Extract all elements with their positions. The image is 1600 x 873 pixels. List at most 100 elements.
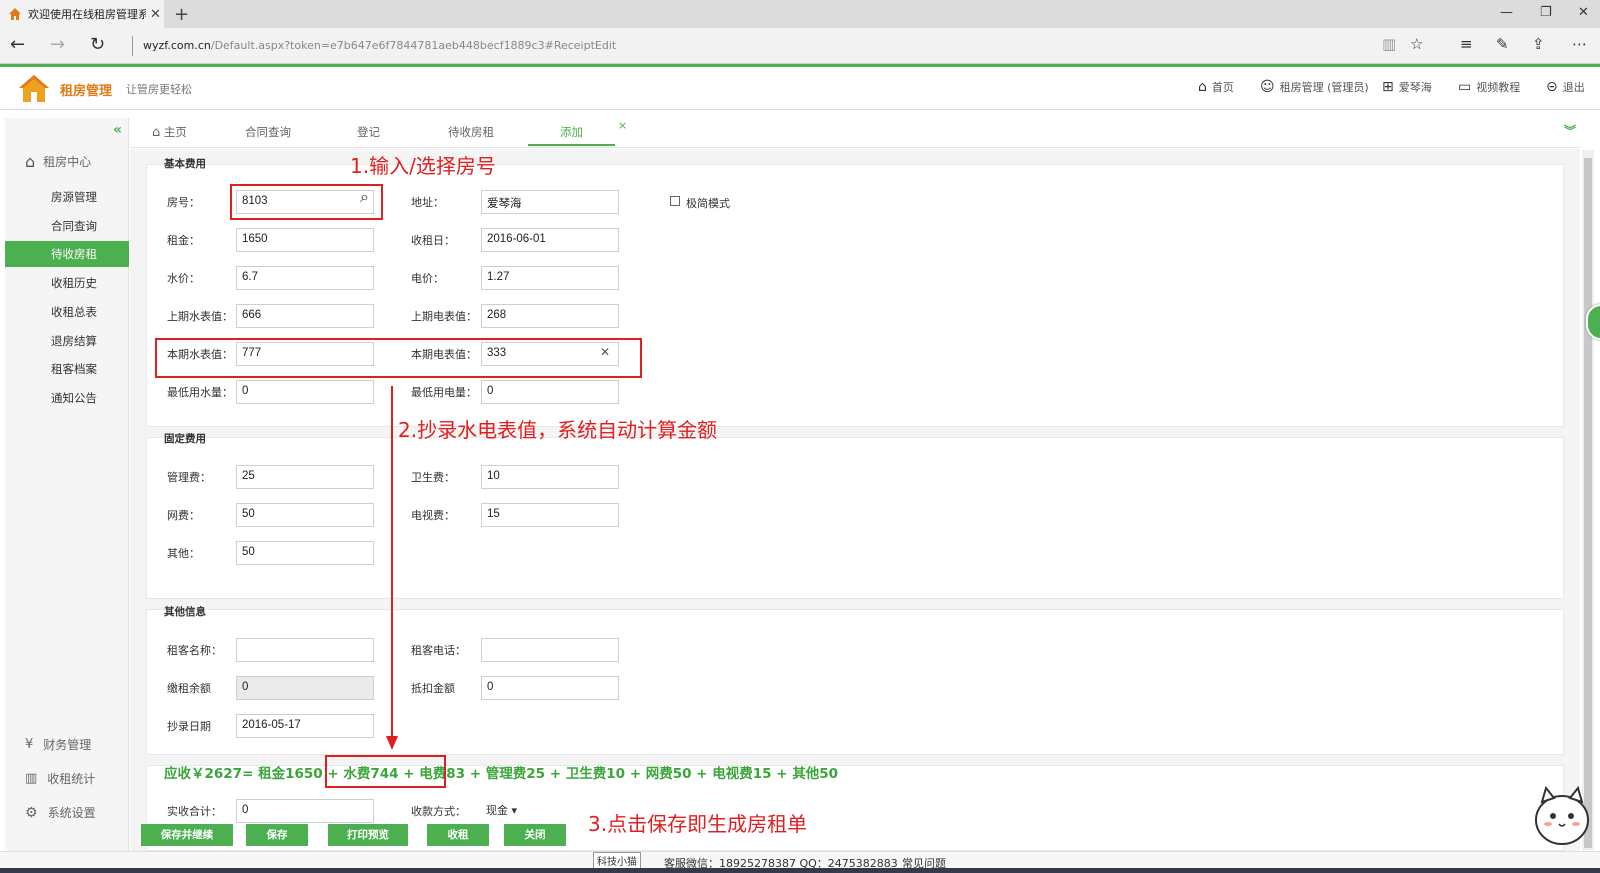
balance-input: 0: [236, 676, 374, 700]
sidebar-item-stats[interactable]: ▥ 收租统计: [25, 770, 95, 787]
hub-icon[interactable]: ≡: [1460, 35, 1473, 53]
new-tab-button[interactable]: +: [174, 4, 189, 25]
save-and-continue-button[interactable]: 保存并继续: [141, 824, 233, 846]
net-fee-input[interactable]: 50: [236, 503, 374, 527]
min-water-input[interactable]: 0: [236, 380, 374, 404]
sidebar-item-tenant-archive[interactable]: 租客档案: [5, 356, 129, 382]
save-button[interactable]: 保存: [246, 824, 308, 846]
rent-day-input[interactable]: 2016-06-01: [481, 228, 619, 252]
elec-price-input[interactable]: 1.27: [481, 266, 619, 290]
simple-mode-checkbox[interactable]: [670, 196, 680, 206]
scrollbar-thumb[interactable]: [1584, 158, 1592, 848]
nav-video[interactable]: ▭ 视频教程: [1458, 79, 1520, 95]
mgmt-fee-label: 管理费：: [167, 471, 211, 484]
os-taskbar: [0, 868, 1600, 873]
annotation-box-utilities: [325, 755, 446, 788]
min-elec-input[interactable]: 0: [481, 380, 619, 404]
tab-add[interactable]: 添加: [528, 124, 615, 146]
sidebar-item-rent-summary[interactable]: 收租总表: [5, 299, 129, 325]
restore-icon[interactable]: ❐: [1540, 5, 1552, 20]
sidebar-item-checkout[interactable]: 退房结算: [5, 328, 129, 354]
tab-add-close-icon[interactable]: ×: [618, 119, 627, 132]
browser-tab-title: 欢迎使用在线租房管理系: [28, 8, 146, 21]
nav-home[interactable]: ⌂ 首页: [1198, 79, 1234, 95]
sidebar-collapse-icon[interactable]: «: [113, 122, 122, 138]
actual-total-input[interactable]: 0: [236, 799, 374, 823]
nav-logout[interactable]: ⊝ 退出: [1546, 79, 1585, 95]
sidebar-item-finance[interactable]: ¥ 财务管理: [25, 736, 91, 753]
sidebar-item-house-manage[interactable]: 房源管理: [5, 184, 129, 210]
reading-view-icon[interactable]: ▥: [1382, 35, 1396, 53]
gear-icon: ⚙: [25, 804, 38, 821]
misc-fee-label: 其他：: [167, 547, 200, 560]
content-tabs: ⌂ 主页 合同查询 登记 待收房租 添加 × ︾: [130, 118, 1580, 148]
annotation-box-meter-readings: [155, 338, 642, 378]
yen-icon: ¥: [25, 737, 34, 752]
main-content: 基本费用 房号： 8103 ⌕ 地址： 爱琴海 极简模式 租金： 1650 收租…: [130, 149, 1580, 851]
sidebar-item-contract-query[interactable]: 合同查询: [5, 213, 129, 239]
tab-home[interactable]: ⌂ 主页: [152, 124, 187, 140]
prev-elec-input[interactable]: 268: [481, 304, 619, 328]
content-scrollbar[interactable]: [1582, 150, 1594, 850]
url-domain: wyzf.com.cn: [143, 39, 211, 52]
refresh-icon[interactable]: ↻: [90, 34, 105, 55]
tenant-name-label: 租客名称：: [167, 644, 222, 657]
read-date-input[interactable]: 2016-05-17: [236, 714, 374, 738]
video-icon: ▭: [1458, 79, 1472, 95]
share-icon[interactable]: ⇪: [1532, 35, 1545, 53]
collect-rent-button[interactable]: 收租: [427, 824, 489, 846]
section-basic-fee: 基本费用: [164, 158, 206, 170]
tenant-phone-label: 租客电话：: [411, 644, 466, 657]
prev-water-input[interactable]: 666: [236, 304, 374, 328]
favorite-star-icon[interactable]: ☆: [1410, 35, 1423, 53]
note-icon[interactable]: ✎: [1496, 35, 1509, 53]
nav-user[interactable]: ☺ 租房管理 (管理员): [1260, 79, 1369, 95]
mascot-cat-icon[interactable]: [1532, 782, 1592, 848]
browser-tab[interactable]: 欢迎使用在线租房管理系 ✕: [0, 0, 164, 28]
more-icon[interactable]: ⋯: [1572, 35, 1587, 53]
tab-home-label: 主页: [163, 125, 187, 139]
min-elec-label: 最低用电量：: [411, 386, 477, 399]
tv-fee-input[interactable]: 15: [481, 503, 619, 527]
elec-price-label: 电价：: [411, 272, 444, 285]
sidebar-item-notice[interactable]: 通知公告: [5, 385, 129, 411]
water-price-input[interactable]: 6.7: [236, 266, 374, 290]
water-price-label: 水价：: [167, 272, 200, 285]
sidebar-settings-label: 系统设置: [47, 806, 96, 820]
sidebar-item-pending-rent[interactable]: 待收房租: [5, 241, 129, 267]
misc-fee-input[interactable]: 50: [236, 541, 374, 565]
deduct-input[interactable]: 0: [481, 676, 619, 700]
mgmt-fee-input[interactable]: 25: [236, 465, 374, 489]
window-close-icon[interactable]: ✕: [1578, 5, 1589, 20]
bar-chart-icon: ▥: [25, 771, 38, 786]
read-date-label: 抄录日期: [167, 720, 211, 733]
annotation-arrow: [386, 386, 398, 750]
annotation-step3: 3.点击保存即生成房租单: [588, 812, 808, 836]
tab-register[interactable]: 登记: [357, 124, 380, 140]
tab-contract-query[interactable]: 合同查询: [245, 124, 291, 140]
url-field[interactable]: wyzf.com.cn/Default.aspx?token=e7b647e6f…: [132, 36, 616, 56]
nav-org[interactable]: ⊞ 爱琴海: [1382, 79, 1432, 95]
rent-label: 租金：: [167, 234, 200, 247]
nav-video-label: 视频教程: [1476, 81, 1521, 94]
net-fee-label: 网费：: [167, 509, 200, 522]
expand-icon[interactable]: ︾: [1564, 122, 1576, 139]
pay-method-select[interactable]: 现金 ▾: [486, 802, 517, 818]
sidebar-item-rent-history[interactable]: 收租历史: [5, 270, 129, 296]
close-button[interactable]: 关闭: [504, 824, 566, 846]
sidebar-item-settings[interactable]: ⚙ 系统设置: [25, 804, 96, 821]
tenant-name-input[interactable]: [236, 638, 374, 662]
print-preview-button[interactable]: 打印预览: [328, 824, 408, 846]
address-bar: ← → ↻ wyzf.com.cn/Default.aspx?token=e7b…: [0, 28, 1600, 64]
address-input[interactable]: 爱琴海: [481, 190, 619, 214]
sanitation-fee-input[interactable]: 10: [481, 465, 619, 489]
rent-input[interactable]: 1650: [236, 228, 374, 252]
tab-close-icon[interactable]: ✕: [150, 7, 161, 22]
brand-name: 租房管理: [60, 84, 113, 99]
tenant-phone-input[interactable]: [481, 638, 619, 662]
minimize-icon[interactable]: —: [1500, 5, 1513, 20]
sidebar-group-rent-center[interactable]: ⌂ 租房中心: [25, 152, 91, 171]
tab-pending-rent[interactable]: 待收房租: [448, 124, 494, 140]
back-icon[interactable]: ←: [10, 34, 25, 55]
forward-icon[interactable]: →: [50, 34, 65, 55]
